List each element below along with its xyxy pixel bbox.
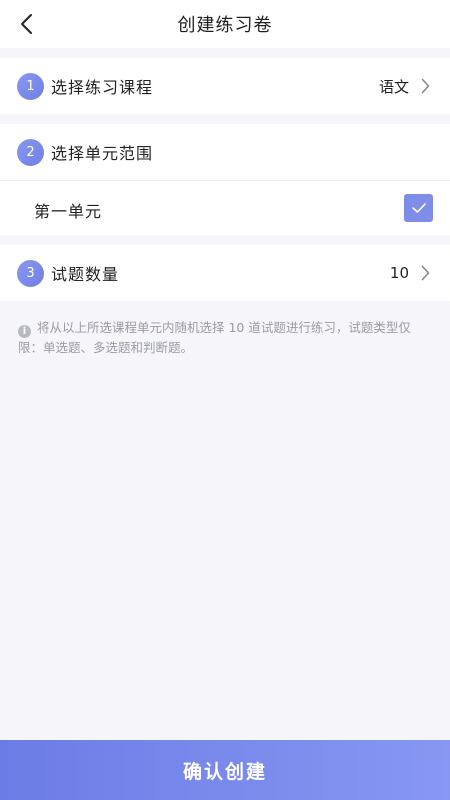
question-count-value: 10 bbox=[389, 264, 409, 282]
confirm-create-button[interactable]: 确认创建 bbox=[0, 740, 450, 800]
create-practice-page: 创建练习卷 1 选择练习课程 语文 2 选择单元范围 第一单元 3 试题数量 1… bbox=[0, 0, 450, 800]
top-bar: 创建练习卷 bbox=[0, 0, 450, 48]
step-unit-range-row: 2 选择单元范围 bbox=[0, 124, 450, 180]
info-icon: i bbox=[18, 325, 31, 338]
step-question-count-row[interactable]: 3 试题数量 10 bbox=[0, 245, 450, 301]
step-number-badge: 3 bbox=[17, 259, 44, 287]
chevron-left-icon bbox=[21, 14, 32, 34]
step-course-row[interactable]: 1 选择练习课程 语文 bbox=[0, 58, 450, 114]
step-course-label: 选择练习课程 bbox=[51, 78, 154, 97]
step-number-badge: 2 bbox=[17, 138, 44, 166]
step-unit-range-label: 选择单元范围 bbox=[51, 144, 154, 163]
selected-course-value: 语文 bbox=[378, 77, 409, 96]
page-title: 创建练习卷 bbox=[177, 15, 273, 36]
step-number-badge: 1 bbox=[17, 72, 44, 100]
chevron-right-icon bbox=[418, 264, 432, 282]
back-button[interactable] bbox=[8, 6, 44, 42]
unit-checkbox[interactable] bbox=[404, 194, 433, 222]
unit-label: 第一单元 bbox=[34, 202, 103, 221]
check-icon bbox=[411, 203, 426, 213]
hint-text: 将从以上所选课程单元内随机选择 10 道试题进行练习，试题类型仅限：单选题、多选… bbox=[18, 320, 411, 355]
chevron-right-icon bbox=[418, 77, 432, 95]
hint-text-block: i 将从以上所选课程单元内随机选择 10 道试题进行练习，试题类型仅限：单选题、多… bbox=[18, 318, 430, 358]
step-question-count-label: 试题数量 bbox=[51, 265, 120, 284]
unit-list-item[interactable]: 第一单元 bbox=[0, 180, 450, 235]
